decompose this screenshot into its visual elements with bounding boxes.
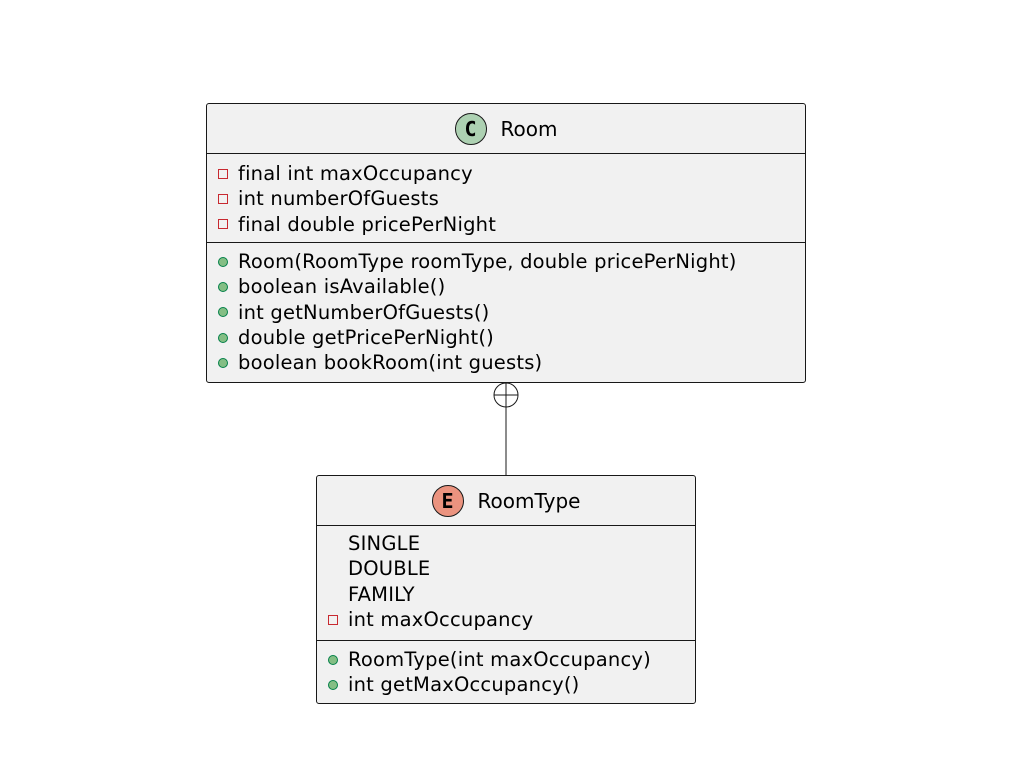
method-text: int getNumberOfGuests() [238, 300, 490, 324]
method-text: boolean bookRoom(int guests) [238, 351, 543, 375]
room-attribute: final double pricePerNight [207, 212, 805, 237]
room-attribute: int numberOfGuests [207, 186, 805, 211]
class-stereotype-icon: C [454, 112, 487, 145]
enum-constant: SINGLE [317, 531, 695, 556]
public-visibility-icon [328, 679, 338, 690]
roomtype-attribute: int maxOccupancy [317, 607, 695, 632]
public-visibility-icon [218, 256, 228, 267]
private-visibility-icon [218, 193, 228, 204]
room-class-name: Room [500, 116, 558, 141]
method-text: boolean isAvailable() [238, 275, 446, 299]
roomtype-methods: RoomType(int maxOccupancy) int getMaxOcc… [317, 641, 695, 698]
room-class-box[interactable]: C Room final int maxOccupancy int number… [206, 103, 806, 383]
public-visibility-icon [218, 281, 228, 292]
roomtype-method: RoomType(int maxOccupancy) [317, 647, 695, 672]
enum-constant: FAMILY [317, 582, 695, 607]
constant-text: FAMILY [348, 582, 415, 606]
room-class-header: C Room [207, 104, 805, 154]
public-visibility-icon [328, 654, 338, 665]
public-visibility-icon [218, 332, 228, 343]
room-attributes: final int maxOccupancy int numberOfGuest… [207, 154, 805, 243]
private-visibility-icon [328, 614, 338, 625]
roomtype-enum-name: RoomType [477, 488, 581, 513]
roomtype-enum-header: E RoomType [317, 476, 695, 526]
private-visibility-icon [218, 168, 228, 179]
method-text: int getMaxOccupancy() [348, 673, 580, 697]
method-text: double getPricePerNight() [238, 326, 494, 350]
room-method: int getNumberOfGuests() [207, 300, 805, 325]
room-method: double getPricePerNight() [207, 325, 805, 350]
private-visibility-icon [218, 219, 228, 230]
constant-text: SINGLE [348, 532, 421, 556]
room-attribute: final int maxOccupancy [207, 161, 805, 186]
roomtype-method: int getMaxOccupancy() [317, 672, 695, 697]
enum-stereotype-icon: E [431, 484, 464, 517]
method-text: RoomType(int maxOccupancy) [348, 648, 651, 672]
public-visibility-icon [218, 307, 228, 318]
attribute-text: int maxOccupancy [348, 608, 534, 632]
attribute-text: final int maxOccupancy [238, 162, 473, 186]
attribute-text: final double pricePerNight [238, 212, 497, 236]
room-method: boolean isAvailable() [207, 274, 805, 299]
room-method: boolean bookRoom(int guests) [207, 350, 805, 375]
enum-constant: DOUBLE [317, 556, 695, 581]
attribute-text: int numberOfGuests [238, 187, 439, 211]
public-visibility-icon [218, 357, 228, 368]
roomtype-enum-box[interactable]: E RoomType SINGLE DOUBLE FAMILY int maxO… [316, 475, 696, 704]
room-methods: Room(RoomType roomType, double pricePerN… [207, 243, 805, 382]
room-method: Room(RoomType roomType, double pricePerN… [207, 249, 805, 274]
method-text: Room(RoomType roomType, double pricePerN… [238, 250, 737, 274]
roomtype-attributes: SINGLE DOUBLE FAMILY int maxOccupancy [317, 526, 695, 641]
constant-text: DOUBLE [348, 557, 431, 581]
